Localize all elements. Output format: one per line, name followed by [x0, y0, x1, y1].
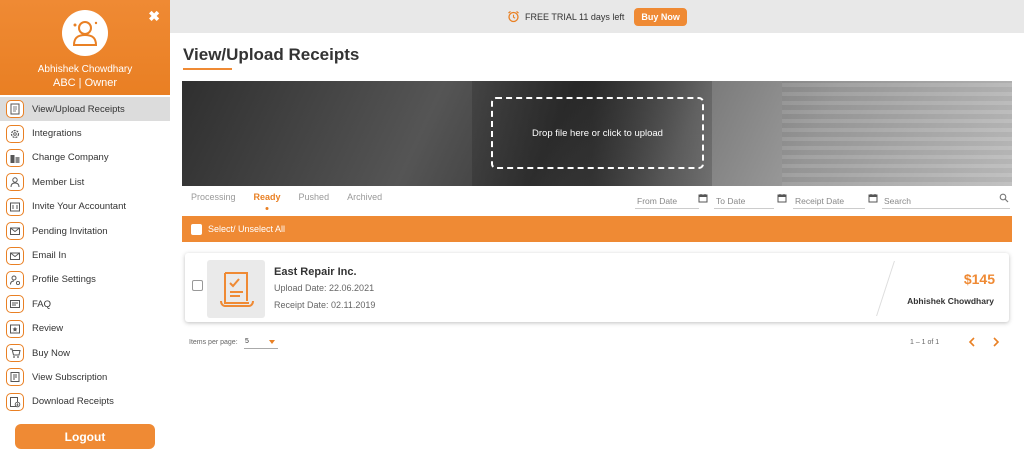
sidebar-item-integrations[interactable]: Integrations	[0, 121, 170, 145]
sidebar-item-label: Review	[32, 323, 64, 335]
items-per-page-label: Items per page:	[189, 339, 238, 346]
tab-archived[interactable]: Archived	[347, 192, 382, 202]
user-icon	[72, 21, 98, 46]
from-date-input[interactable]: From Date	[635, 193, 699, 209]
sidebar-item-label: Email In	[32, 250, 67, 262]
receipt-amount: $145	[963, 271, 995, 287]
tab-ready[interactable]: Ready	[254, 192, 281, 202]
buy-now-button[interactable]: Buy Now	[634, 7, 687, 26]
receipt-upload-date: Upload Date: 22.06.2021	[274, 283, 375, 293]
calendar-icon[interactable]	[777, 193, 787, 203]
sidebar-item-change-company[interactable]: Change Company	[0, 146, 170, 170]
chevron-left-icon	[968, 337, 975, 347]
receipt-icon	[6, 100, 24, 119]
search-input[interactable]: Search	[882, 193, 1010, 209]
download-icon	[6, 392, 24, 411]
sidebar-item-label: Change Company	[32, 152, 109, 164]
tab-pushed[interactable]: Pushed	[299, 192, 330, 202]
close-icon[interactable]: ✖	[148, 8, 160, 25]
logout-button[interactable]: Logout	[15, 424, 155, 449]
sidebar-item-label: FAQ	[32, 298, 52, 310]
sidebar-item-email-in[interactable]: Email In	[0, 243, 170, 267]
subscription-icon	[6, 368, 24, 387]
sidebar-item-download-receipts[interactable]: Download Receipts	[0, 390, 170, 414]
receipt-checkbox[interactable]	[192, 280, 203, 291]
sidebar-item-profile-settings[interactable]: Profile Settings	[0, 268, 170, 292]
upload-banner: Drop file here or click to upload	[182, 81, 1012, 186]
profile-header: ✖ Abhishek Chowdhary ABC | Owner	[0, 0, 170, 95]
receipt-vendor: East Repair Inc.	[274, 266, 357, 278]
sidebar-item-label: Buy Now	[32, 347, 71, 359]
sidebar-item-label: View/Upload Receipts	[32, 103, 125, 115]
sidebar-item-label: Integrations	[32, 128, 82, 140]
tab-processing[interactable]: Processing	[191, 192, 236, 202]
trial-text: FREE TRIAL 11 days left	[525, 11, 625, 22]
select-all-label[interactable]: Select/ Unselect All	[208, 224, 285, 234]
receipt-thumbnail	[207, 260, 265, 318]
page-title: View/Upload Receipts	[183, 45, 360, 64]
next-page-button[interactable]	[989, 335, 1003, 349]
sidebar-item-invite-accountant[interactable]: Invite Your Accountant	[0, 195, 170, 219]
card-divider	[876, 261, 895, 316]
sidebar-item-label: Invite Your Accountant	[32, 201, 127, 213]
select-all-bar: Select/ Unselect All	[182, 216, 1012, 242]
profile-role: ABC | Owner	[53, 77, 117, 89]
sidebar-item-label: Member List	[32, 176, 85, 188]
pagination-range: 1 – 1 of 1	[910, 339, 940, 346]
sidebar-item-view-upload-receipts[interactable]: View/Upload Receipts	[0, 97, 170, 122]
status-tabs: Processing Ready Pushed Archived	[191, 192, 382, 202]
member-icon	[6, 173, 24, 192]
gear-icon	[6, 124, 24, 143]
to-date-input[interactable]: To Date	[714, 193, 774, 209]
file-dropzone[interactable]: Drop file here or click to upload	[491, 97, 704, 169]
accountant-icon	[6, 197, 24, 216]
chevron-down-icon[interactable]	[269, 340, 275, 344]
sidebar: ✖ Abhishek Chowdhary ABC | Owner View/Up…	[0, 0, 170, 472]
previous-page-button[interactable]	[965, 335, 979, 349]
faq-icon	[6, 295, 24, 314]
sidebar-item-faq[interactable]: FAQ	[0, 292, 170, 316]
sidebar-menu: View/Upload Receipts Integrations Change…	[0, 97, 170, 414]
sidebar-item-pending-invitation[interactable]: Pending Invitation	[0, 219, 170, 243]
sidebar-item-label: Download Receipts	[32, 396, 114, 408]
receipt-owner: Abhishek Chowdhary	[907, 296, 994, 306]
profile-settings-icon	[6, 270, 24, 289]
sidebar-item-label: Pending Invitation	[32, 225, 108, 237]
receipt-card[interactable]: East Repair Inc. Upload Date: 22.06.2021…	[185, 253, 1009, 322]
avatar	[62, 10, 108, 56]
sidebar-item-label: Profile Settings	[32, 274, 96, 286]
receipt-date-input[interactable]: Receipt Date	[793, 193, 865, 209]
calendar-icon[interactable]	[868, 193, 878, 203]
chevron-right-icon	[993, 337, 1000, 347]
calendar-icon[interactable]	[698, 193, 708, 203]
building-icon	[6, 148, 24, 167]
sidebar-item-member-list[interactable]: Member List	[0, 170, 170, 194]
title-underline	[183, 68, 232, 70]
receipt-scroll-icon	[220, 272, 254, 307]
receipt-date: Receipt Date: 02.11.2019	[274, 300, 376, 310]
sidebar-item-buy-now[interactable]: Buy Now	[0, 341, 170, 365]
cart-icon	[6, 344, 24, 363]
sidebar-item-label: View Subscription	[32, 371, 108, 383]
sidebar-item-view-subscription[interactable]: View Subscription	[0, 365, 170, 389]
mail-icon	[6, 246, 24, 265]
profile-name: Abhishek Chowdhary	[37, 64, 133, 75]
trial-banner: FREE TRIAL 11 days left Buy Now	[170, 0, 1024, 33]
search-icon[interactable]	[999, 193, 1009, 203]
select-all-checkbox[interactable]	[191, 223, 202, 235]
main-content: View/Upload Receipts Drop file here or c…	[170, 33, 1024, 472]
alarm-clock-icon	[507, 10, 520, 23]
sidebar-item-review[interactable]: Review	[0, 317, 170, 341]
invitation-icon	[6, 222, 24, 241]
review-icon	[6, 319, 24, 338]
